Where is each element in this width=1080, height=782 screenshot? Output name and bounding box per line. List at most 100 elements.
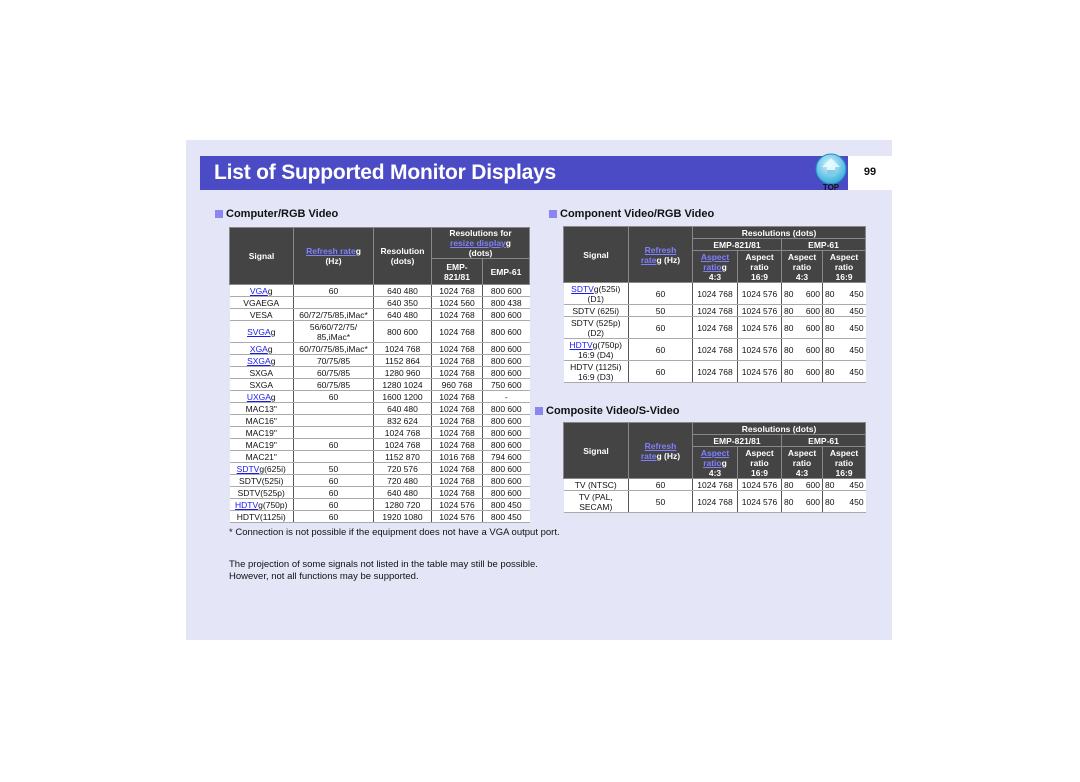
page-number-box: 99 [848,156,892,190]
bullet-square-icon [535,407,543,415]
cell-emp-821: 1024 768 [431,438,483,451]
table-row: MAC19" 1024 768 1024 768 800 600 [229,426,530,439]
signal-link[interactable]: SXGA [247,356,271,366]
page-number: 99 [863,166,877,178]
col-emp61-aspect-4-3: Aspect ratio 4:3 [781,446,823,479]
manual-page: List of Supported Monitor Displays 99 TO… [186,140,892,640]
cell-emp-61: 800 450 [482,510,530,523]
signal-link[interactable]: HDTV [235,500,258,510]
cell-refresh-rate: 60 [293,390,374,403]
signal-link[interactable]: SVGA [247,327,271,337]
signal-link[interactable]: SDTV [571,284,594,294]
cell-emp-821: 1024 576 [431,498,483,511]
cell-emp-821: 1024 768 [431,414,483,427]
title-bar: List of Supported Monitor Displays [200,156,848,190]
cell-emp821-4-3: 1024 768 [692,490,738,513]
table-row: SXGA 60/75/85 1280 960 1024 768 800 600 [229,366,530,379]
cell-emp821-16-9: 1024 576 [737,360,782,383]
cell-refresh-rate: 50 [628,304,693,317]
cell-emp61-4-3: 80 600 [781,282,823,305]
svg-text:TOP: TOP [823,183,840,192]
signal-link[interactable]: VGA [250,286,268,296]
cell-signal: VESA [229,308,294,321]
col-aspect-4-3: Aspect ratiog 4:3 [692,446,738,479]
cell-signal: MAC19" [229,438,294,451]
col-aspect-16-9: Aspect ratio 16:9 [737,250,782,283]
cell-signal: MAC19" [229,426,294,439]
section-heading-text: Computer/RGB Video [226,208,339,220]
col-emp-61: EMP-61 [482,258,530,285]
cell-emp821-4-3: 1024 768 [692,360,738,383]
cell-signal: SXGA [229,378,294,391]
cell-emp-821: 1024 768 [431,308,483,321]
cell-emp821-16-9: 1024 576 [737,316,782,339]
cell-emp821-16-9: 1024 576 [737,304,782,317]
cell-emp-821: 1024 768 [431,366,483,379]
table-row: SVGAg 56/60/72/75/ 85,iMac* 800 600 1024 76… [229,320,530,343]
cell-resolution: 1920 1080 [373,510,432,523]
projector-top-icon: TOP [815,153,847,192]
table-row: XGAg 60/70/75/85,iMac* 1024 768 1024 768 800… [229,342,530,355]
cell-emp61-4-3: 80 600 [781,490,823,513]
cell-emp61-4-3: 80 600 [781,338,823,361]
col-resolution: Resolution (dots) [373,227,432,285]
cell-emp61-4-3: 80 600 [781,360,823,383]
cell-refresh-rate [293,450,374,463]
cell-refresh-rate [293,414,374,427]
table-row: TV (NTSC) 60 1024 768 1024 576 80 600 80 450 [563,478,866,491]
cell-refresh-rate: 60/70/75/85,iMac* [293,342,374,355]
table-row: MAC16" 832 624 1024 768 800 600 [229,414,530,427]
cell-emp-821: 1016 768 [431,450,483,463]
cell-signal: MAC21" [229,450,294,463]
cell-emp821-16-9: 1024 576 [737,282,782,305]
cell-emp-61: 800 600 [482,474,530,487]
cell-refresh-rate: 60 [628,316,693,339]
section-heading-text: Composite Video/S-Video [546,405,680,417]
signal-link[interactable]: UXGA [247,392,271,402]
refresh-rate-link[interactable]: Refresh rate [306,246,356,256]
cell-emp821-16-9: 1024 576 [737,490,782,513]
cell-emp821-16-9: 1024 576 [737,338,782,361]
cell-signal: SDTV(525i) [229,474,294,487]
cell-emp-61: 800 600 [482,354,530,367]
cell-resolution: 1024 768 [373,342,432,355]
cell-emp61-4-3: 80 600 [781,304,823,317]
cell-resolution: 1600 1200 [373,390,432,403]
col-emp61-aspect-16-9: Aspect ratio 16:9 [821,446,867,479]
cell-emp821-4-3: 1024 768 [692,282,738,305]
table-row: HDTVg(750p) 60 1280 720 1024 576 800 450 [229,498,530,511]
cell-resolution: 800 600 [373,320,432,343]
cell-emp-61: 800 450 [482,498,530,511]
cell-signal: SDTVg(625i) [229,462,294,475]
cell-emp-61: 750 600 [482,378,530,391]
signal-link[interactable]: HDTV [570,340,593,350]
cell-resolution: 720 480 [373,474,432,487]
cell-emp-61: 800 600 [482,366,530,379]
resize-display-link[interactable]: resize display [450,238,506,248]
cell-emp-61: 800 600 [482,414,530,427]
top-button[interactable]: TOP [813,152,849,192]
cell-refresh-rate: 60 [293,438,374,451]
cell-resolution: 1024 768 [373,438,432,451]
cell-resolution: 640 480 [373,486,432,499]
cell-refresh-rate: 70/75/85 [293,354,374,367]
cell-refresh-rate: 60 [293,510,374,523]
cell-emp-821: 1024 768 [431,426,483,439]
cell-emp-821: 1024 768 [431,284,483,297]
table-row: MAC13" 640 480 1024 768 800 600 [229,402,530,415]
cell-emp-61: 800 600 [482,438,530,451]
cell-refresh-rate: 60 [628,338,693,361]
cell-refresh-rate: 60 [293,498,374,511]
col-emp61-aspect-4-3: Aspect ratio 4:3 [781,250,823,283]
col-emp-821: EMP-821/81 [692,238,782,251]
cell-emp-821: 1024 768 [431,354,483,367]
table-row: UXGAg 60 1600 1200 1024 768- [229,390,530,403]
table-row: TV (PAL, SECAM) 50 1024 768 1024 576 80 600 80 4… [563,490,866,513]
cell-resolution: 1280 720 [373,498,432,511]
col-emp-61: EMP-61 [780,434,867,447]
col-emp-821: EMP-821/81 [692,434,782,447]
signal-link[interactable]: XGA [250,344,268,354]
signal-link[interactable]: SDTV [237,464,260,474]
cell-refresh-rate: 60 [628,360,693,383]
cell-emp-61: 800 600 [482,308,530,321]
